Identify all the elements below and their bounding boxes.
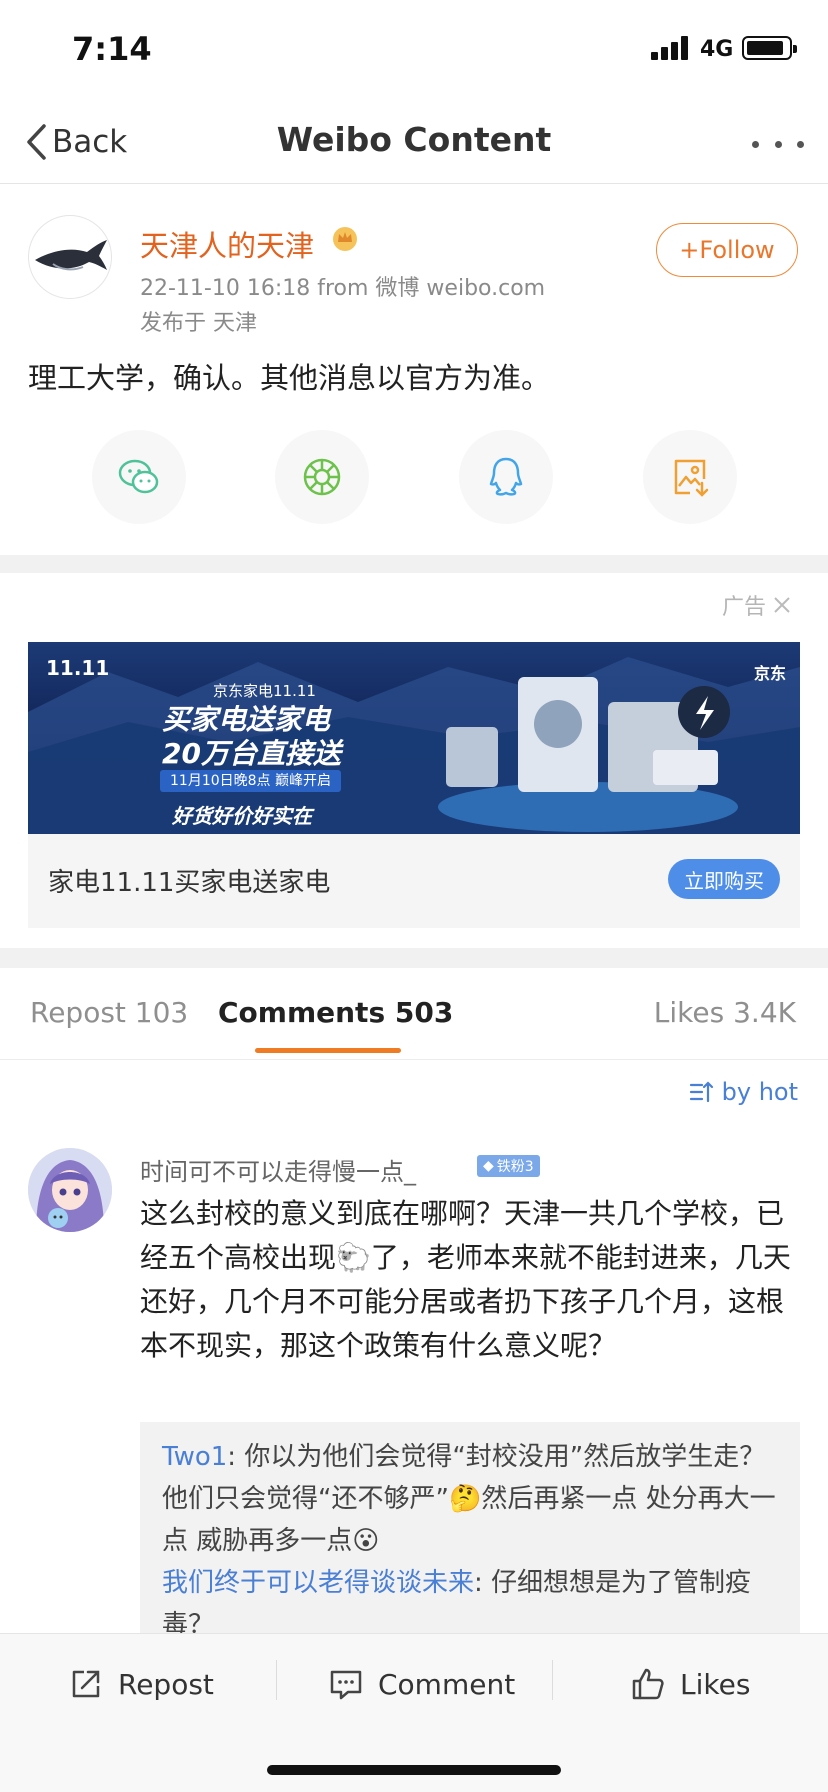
qq-icon <box>489 457 523 496</box>
moments-icon <box>303 458 341 496</box>
comment-button[interactable]: Comment <box>328 1656 515 1712</box>
ad-line5: 好货好价好实在 <box>172 804 312 828</box>
repost-button[interactable]: Repost <box>68 1656 214 1712</box>
comment-icon <box>330 1670 362 1700</box>
comment-label: Comment <box>378 1667 516 1701</box>
ad-caption-bar[interactable]: 家电11.11买家电送家电 立即购买 <box>28 834 800 928</box>
author-avatar[interactable] <box>28 215 112 299</box>
tab-repost[interactable]: Repost 103 <box>30 996 188 1029</box>
share-wechat-button[interactable] <box>92 430 186 524</box>
crown-badge-icon <box>333 227 357 251</box>
repost-label: Repost <box>118 1667 214 1701</box>
save-image-icon <box>674 459 709 497</box>
author-name[interactable]: 天津人的天津 <box>140 223 314 265</box>
ad-brand-text: 京东 <box>753 664 786 683</box>
ad-line3: 20万台直接送 <box>162 737 341 770</box>
ad-label: 广告 <box>721 595 766 620</box>
ad-caption: 家电11.11买家电送家电 <box>48 868 331 898</box>
reply-text: : 你以为他们会觉得“封校没用”然后放学生走？他们只会觉得“还不够严”🤔然后再紧… <box>162 1442 776 1556</box>
network-label: 4G <box>700 37 734 62</box>
like-button[interactable]: Likes <box>630 1656 750 1712</box>
active-tab-indicator <box>255 1048 401 1053</box>
chevron-left-icon <box>27 124 46 160</box>
section-divider <box>0 555 828 573</box>
home-indicator <box>267 1765 561 1775</box>
more-options-icon[interactable] <box>752 124 804 164</box>
commenter-name[interactable]: 时间可不可以走得慢一点_ <box>140 1152 416 1187</box>
reply-thread[interactable]: Two1: 你以为他们会觉得“封校没用”然后放学生走？他们只会觉得“还不够严”🤔… <box>140 1422 800 1652</box>
comment-item: 时间可不可以走得慢一点_ ◆ 铁粉3 这么封校的意义到底在哪啊？天津一共几个学校… <box>0 1140 828 1652</box>
status-bar: 7:14 4G <box>0 0 828 100</box>
ad-logo-text: 11.11 <box>46 656 110 680</box>
signal-icon <box>651 36 691 60</box>
commenter-avatar[interactable] <box>28 1148 112 1232</box>
ad-banner-art <box>28 657 800 834</box>
post: 天津人的天津 22-11-10 16:18 from 微博 weibo.com … <box>0 185 828 555</box>
ad-card: 广告 11.11 京东 京东家电11.11 买家电送家电 20万台直接送 11月… <box>0 573 828 948</box>
post-location: 发布于 天津 <box>140 311 257 336</box>
nav-header: Back Weibo Content <box>0 100 828 184</box>
close-ad-icon[interactable] <box>772 595 792 615</box>
fan-badge-label: 铁粉3 <box>496 1159 534 1175</box>
reply-author[interactable]: 我们终于可以老得谈谈未来 <box>162 1568 474 1598</box>
reply-item: Two1: 你以为他们会觉得“封校没用”然后放学生走？他们只会觉得“还不够严”🤔… <box>162 1436 778 1562</box>
anime-avatar-art <box>28 1148 112 1232</box>
sort-label: by hot <box>721 1078 798 1106</box>
status-time: 7:14 <box>72 30 152 68</box>
section-divider <box>0 948 828 968</box>
content-tabs: Repost 103 Comments 503 Likes 3.4K <box>0 968 828 1060</box>
save-image-button[interactable] <box>643 430 737 524</box>
bar-separator <box>276 1660 277 1700</box>
back-label: Back <box>52 124 128 160</box>
post-timestamp-source: 22-11-10 16:18 from 微博 weibo.com <box>140 276 546 301</box>
post-text: 理工大学，确认。其他消息以官方为准。 <box>28 361 551 395</box>
bar-separator <box>552 1660 553 1700</box>
battery-icon <box>742 36 797 60</box>
share-row <box>0 430 828 530</box>
sort-icon <box>689 1081 713 1103</box>
repost-icon <box>72 1670 100 1698</box>
ad-line4: 11月10日晚8点 巅峰开启 <box>160 770 341 792</box>
buy-now-button[interactable]: 立即购买 <box>668 859 780 899</box>
share-qq-button[interactable] <box>459 430 553 524</box>
likes-label: Likes <box>680 1667 751 1701</box>
comment-text: 这么封校的意义到底在哪啊？天津一共几个学校，已经五个高校出现🐑了，老师本来就不能… <box>140 1197 791 1362</box>
ad-tag: 广告 <box>722 589 792 621</box>
reply-author[interactable]: Two1 <box>162 1442 227 1472</box>
tab-likes[interactable]: Likes 3.4K <box>654 996 796 1029</box>
diamond-icon: ◆ <box>483 1158 494 1174</box>
share-moments-button[interactable] <box>275 430 369 524</box>
thumbs-up-icon <box>632 1668 664 1700</box>
sort-by-hot-button[interactable]: by hot <box>688 1078 798 1106</box>
whale-icon <box>35 240 107 271</box>
ad-banner-image[interactable]: 11.11 京东 京东家电11.11 买家电送家电 20万台直接送 11月10日… <box>28 642 800 834</box>
back-button[interactable]: Back <box>24 118 127 166</box>
wechat-icon <box>118 459 159 494</box>
fan-badge: ◆ 铁粉3 <box>477 1155 540 1177</box>
tab-comments[interactable]: Comments 503 <box>218 996 453 1029</box>
follow-button[interactable]: +Follow <box>656 223 798 277</box>
